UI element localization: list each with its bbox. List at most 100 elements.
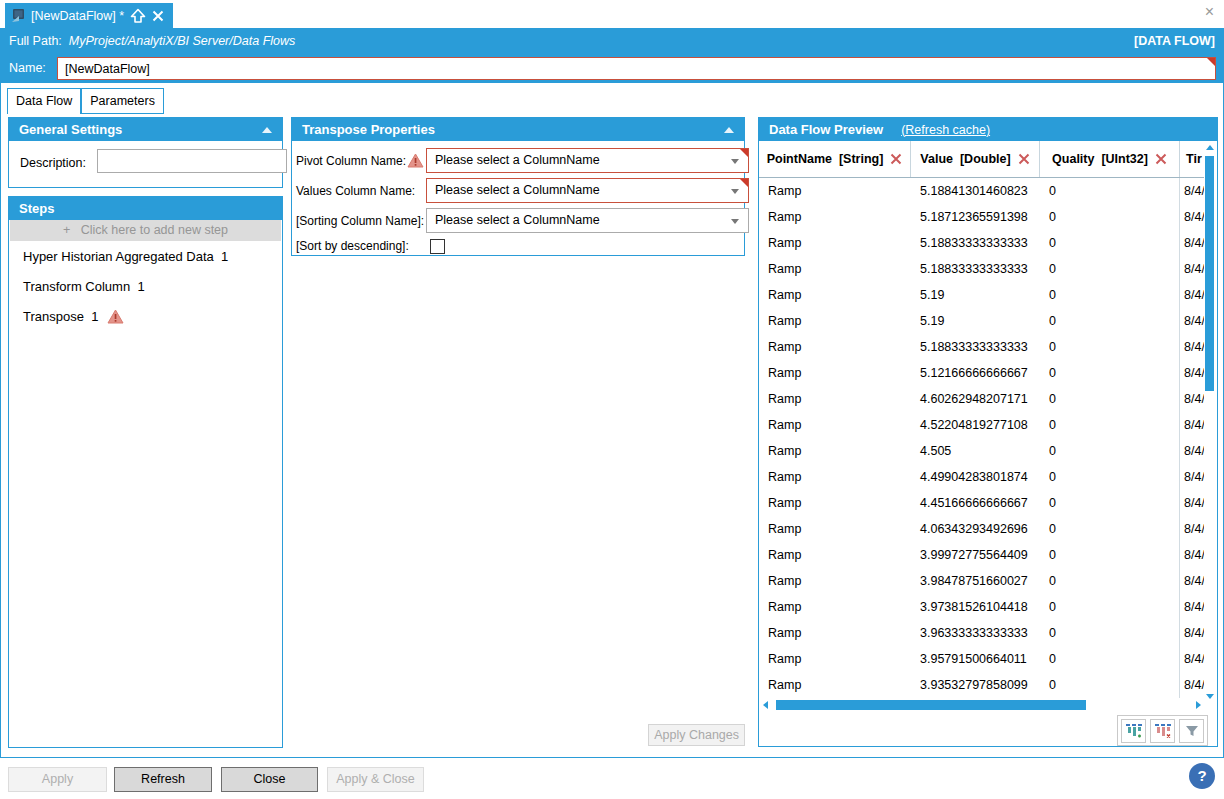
steps-title: Steps	[19, 201, 54, 216]
column-header-label: PointName [String]	[767, 152, 884, 166]
table-cell: Ramp	[759, 334, 911, 360]
table-cell: 8/4/	[1180, 620, 1205, 646]
transpose-properties-header[interactable]: Transpose Properties	[292, 118, 744, 141]
table-cell: 8/4/	[1180, 542, 1205, 568]
column-name-dropdown[interactable]: Please select a ColumnName	[426, 148, 749, 173]
table-cell: 0	[1040, 646, 1180, 672]
table-row[interactable]: Ramp4.50508/4/	[759, 438, 1205, 464]
table-cell: 8/4/	[1180, 230, 1205, 256]
table-row[interactable]: Ramp4.5220481927710808/4/	[759, 412, 1205, 438]
column-header-label: Quality [UInt32]	[1052, 152, 1148, 166]
add-column-button[interactable]	[1121, 719, 1146, 743]
table-row[interactable]: Ramp3.9579150066401108/4/	[759, 646, 1205, 672]
table-row[interactable]: Ramp5.1871236559139808/4/	[759, 204, 1205, 230]
scroll-up-icon[interactable]	[1206, 145, 1214, 150]
column-name-dropdown[interactable]: Please select a ColumnName	[426, 178, 749, 203]
table-cell: 0	[1040, 204, 1180, 230]
general-settings-header[interactable]: General Settings	[9, 118, 282, 141]
transpose-properties-title: Transpose Properties	[302, 122, 435, 137]
table-row[interactable]: Ramp5.1908/4/	[759, 282, 1205, 308]
table-row[interactable]: Ramp3.9353279785809908/4/	[759, 672, 1205, 698]
dropdown-value: Please select a ColumnName	[435, 153, 600, 167]
collapse-arrow-icon[interactable]	[724, 127, 734, 133]
document-tab[interactable]: [NewDataFlow] *	[5, 3, 173, 28]
horizontal-scrollbar[interactable]	[761, 699, 1203, 711]
table-cell: 5.19	[911, 308, 1040, 334]
add-step-button[interactable]: + Click here to add new step	[10, 220, 281, 241]
table-row[interactable]: Ramp3.9847875166002708/4/	[759, 568, 1205, 594]
remove-column-x-icon[interactable]	[1155, 153, 1167, 165]
table-cell: 0	[1040, 464, 1180, 490]
table-row[interactable]: Ramp4.6026294820717108/4/	[759, 386, 1205, 412]
dataflow-doc-icon	[10, 8, 25, 23]
table-row[interactable]: Ramp3.9633333333333308/4/	[759, 620, 1205, 646]
table-cell: Ramp	[759, 542, 911, 568]
table-row[interactable]: Ramp4.0634329349269608/4/	[759, 516, 1205, 542]
tab-close-icon[interactable]	[152, 10, 164, 22]
name-input[interactable]	[57, 57, 1216, 80]
table-row[interactable]: Ramp5.1908/4/	[759, 308, 1205, 334]
tab-parameters[interactable]: Parameters	[81, 88, 164, 114]
table-row[interactable]: Ramp5.1883333333333308/4/	[759, 256, 1205, 282]
remove-column-button[interactable]	[1150, 719, 1175, 743]
transpose-properties-panel: Transpose Properties Pivot Column Name:P…	[291, 117, 745, 256]
sort-descending-checkbox[interactable]	[430, 239, 445, 254]
help-button[interactable]: ?	[1189, 763, 1215, 789]
table-cell: 8/4/	[1180, 464, 1205, 490]
table-cell: 0	[1040, 282, 1180, 308]
scroll-down-icon[interactable]	[1206, 694, 1214, 699]
step-item[interactable]: Transpose 1	[9, 301, 282, 331]
full-path-label: Full Path:	[9, 34, 62, 48]
chevron-down-icon	[731, 219, 739, 224]
column-header[interactable]: Quality [UInt32]	[1040, 141, 1180, 177]
refresh-button[interactable]: Refresh	[114, 767, 212, 792]
table-cell: Ramp	[759, 412, 911, 438]
column-name-dropdown[interactable]: Please select a ColumnName	[426, 208, 749, 233]
table-row[interactable]: Ramp4.4990428380187408/4/	[759, 464, 1205, 490]
chevron-down-icon	[731, 189, 739, 194]
table-cell: 3.96333333333333	[911, 620, 1040, 646]
table-cell: 5.18833333333333	[911, 334, 1040, 360]
step-item[interactable]: Hyper Historian Aggregated Data 1	[9, 241, 282, 271]
table-row[interactable]: Ramp5.1883333333333308/4/	[759, 334, 1205, 360]
table-row[interactable]: Ramp5.1883333333333308/4/	[759, 230, 1205, 256]
table-cell: 5.12166666666667	[911, 360, 1040, 386]
scroll-right-icon[interactable]	[1196, 701, 1201, 709]
apply-close-button[interactable]: Apply & Close	[327, 767, 424, 792]
table-cell: 0	[1040, 256, 1180, 282]
table-row[interactable]: Ramp5.1884130146082308/4/	[759, 178, 1205, 204]
vertical-scrollbar[interactable]	[1204, 142, 1216, 702]
table-row[interactable]: Ramp4.4516666666666708/4/	[759, 490, 1205, 516]
filter-button[interactable]	[1179, 719, 1204, 743]
step-item[interactable]: Transform Column 1	[9, 271, 282, 301]
apply-changes-button[interactable]: Apply Changes	[648, 724, 745, 746]
vertical-scrollbar-thumb[interactable]	[1205, 156, 1214, 391]
table-cell: 5.18841301460823	[911, 178, 1040, 204]
promote-up-icon[interactable]	[130, 8, 146, 24]
scroll-left-icon[interactable]	[763, 701, 768, 709]
table-cell: 5.18712365591398	[911, 204, 1040, 230]
warning-icon	[107, 309, 124, 324]
table-row[interactable]: Ramp5.1216666666666708/4/	[759, 360, 1205, 386]
document-tab-title: [NewDataFlow] *	[31, 9, 124, 23]
table-cell: 3.99972775564409	[911, 542, 1040, 568]
horizontal-scrollbar-thumb[interactable]	[776, 700, 1086, 710]
remove-column-x-icon[interactable]	[890, 153, 902, 165]
table-cell: 8/4/	[1180, 568, 1205, 594]
column-header[interactable]: PointName [String]	[759, 141, 911, 177]
table-cell: Ramp	[759, 360, 911, 386]
table-row[interactable]: Ramp3.9997277556440908/4/	[759, 542, 1205, 568]
table-cell: 0	[1040, 230, 1180, 256]
table-cell: 3.93532797858099	[911, 672, 1040, 698]
tab-data-flow[interactable]: Data Flow	[7, 88, 81, 114]
apply-button[interactable]: Apply	[8, 767, 107, 792]
column-header[interactable]: Value [Double]	[911, 141, 1040, 177]
refresh-cache-link[interactable]: (Refresh cache)	[901, 123, 990, 137]
collapse-arrow-icon[interactable]	[262, 127, 272, 133]
window-close-icon[interactable]: ×	[1205, 3, 1214, 21]
remove-column-x-icon[interactable]	[1018, 153, 1030, 165]
close-button[interactable]: Close	[221, 767, 318, 792]
description-input[interactable]	[97, 149, 287, 173]
column-header[interactable]: Tir	[1180, 141, 1205, 177]
table-row[interactable]: Ramp3.9738152610441808/4/	[759, 594, 1205, 620]
